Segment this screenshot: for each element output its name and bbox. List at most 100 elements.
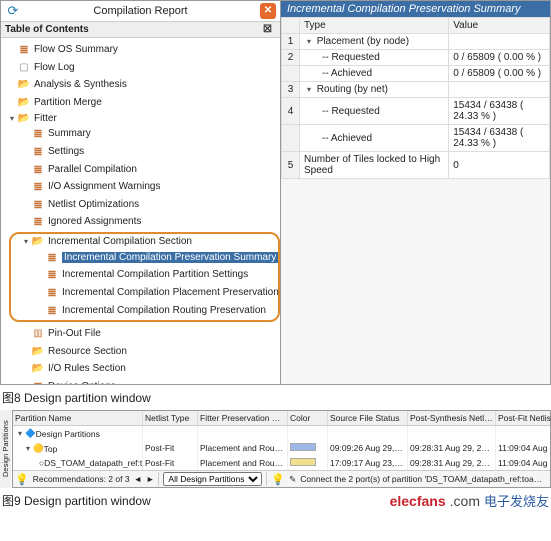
cell: -- Requested (300, 50, 449, 66)
col-header[interactable]: Netlist Type (143, 411, 198, 425)
toc-tree[interactable]: Flow OS Summary Flow Log Analysis & Synt… (1, 38, 280, 384)
recommendations-label: Recommendations: 2 of 3 (33, 474, 130, 484)
cell: DS_TOAM_datapath_ref:toam_if (44, 458, 143, 468)
site-logo: elecfans.com 电子发烧友 (388, 489, 551, 512)
left-pane: ⟳ Compilation Report ✕ Table of Contents… (1, 1, 281, 384)
wand-icon[interactable]: ✎ (289, 474, 296, 485)
cell: Placement (by node) (317, 36, 409, 47)
logo-cn: 电子发烧友 (484, 491, 549, 510)
col-header[interactable]: Post-Fit Netlist Status (496, 411, 551, 425)
tree-item[interactable]: Flow OS Summary (34, 44, 118, 55)
tree-item[interactable]: Settings (48, 146, 84, 157)
lightbulb-icon[interactable]: 💡 (15, 473, 29, 486)
grid-body: 🔷 Design Partitions 🟡 Top Post-Fit Place… (13, 426, 550, 470)
tree-item[interactable]: Partition Merge (34, 97, 102, 108)
cell: -- Achieved (300, 66, 449, 82)
table-row[interactable]: 🔷 Design Partitions (13, 426, 550, 441)
report-icon (31, 216, 45, 228)
tree-item[interactable]: Fitter (34, 113, 57, 124)
cell: Post-Fit (143, 441, 198, 456)
col-header[interactable]: Partition Name (13, 411, 143, 425)
cell: Placement and Routing (198, 441, 288, 456)
cell: Placement and Routing (198, 456, 288, 470)
tree-item[interactable]: Analysis & Synthesis (34, 79, 127, 90)
figure8-caption: 图8 Design partition window (0, 385, 551, 410)
tree-item[interactable]: Flow Log (34, 62, 75, 73)
toc-header: Table of Contents ☒ (1, 22, 280, 38)
tree-item[interactable]: Incremental Compilation Routing Preserva… (62, 305, 266, 316)
col-type: Type (300, 18, 449, 34)
tree-item[interactable]: Netlist Optimizations (48, 199, 139, 210)
window-header: ⟳ Compilation Report ✕ (1, 1, 280, 22)
cell: -- Requested (300, 98, 449, 125)
preservation-summary-table: Type Value 1 Placement (by node) 2-- Req… (281, 17, 550, 179)
cell: 15434 / 63438 ( 24.33 % ) (449, 125, 550, 152)
next-button[interactable]: ► (146, 474, 154, 484)
figure9-caption: 图9 Design partition window (0, 488, 388, 513)
cell: 0 / 65809 ( 0.00 % ) (449, 50, 550, 66)
grid-header: Partition Name Netlist Type Fitter Prese… (13, 411, 550, 426)
cell: -- Achieved (300, 125, 449, 152)
cell: 0 (449, 152, 550, 179)
chevron-down-icon[interactable] (15, 429, 25, 438)
folder-icon (17, 112, 31, 124)
tree-item[interactable]: I/O Rules Section (48, 363, 126, 374)
cell: 11:09:04 Aug 29, 2012 (496, 441, 551, 456)
detail-title: Incremental Compilation Preservation Sum… (281, 1, 550, 17)
logo-dotcom: .com (450, 493, 480, 509)
cell: 11:09:04 Aug 29, 2012 (496, 456, 551, 470)
col-header[interactable]: Post-Synthesis Netlist Status (408, 411, 496, 425)
tree-item[interactable]: Parallel Compilation (48, 164, 137, 175)
cell: 09:28:31 Aug 29, 2012 (408, 456, 496, 470)
report-icon (31, 181, 45, 193)
row-num: 3 (282, 82, 300, 98)
side-tab-label[interactable]: Design Partitions (0, 410, 11, 488)
tree-item[interactable]: Device Options (48, 381, 116, 384)
filler (281, 179, 550, 384)
table-row[interactable]: 🟡 Top Post-Fit Placement and Routing 09:… (13, 441, 550, 456)
col-header[interactable]: Source File Status (328, 411, 408, 425)
close-icon[interactable]: ✕ (260, 3, 276, 19)
refresh-icon[interactable]: ⟳ (5, 3, 21, 19)
compilation-report-window: ⟳ Compilation Report ✕ Table of Contents… (0, 0, 551, 385)
cell: Top (44, 444, 58, 454)
tree-item[interactable]: Ignored Assignments (48, 216, 141, 227)
design-partitions-window: Partition Name Netlist Type Fitter Prese… (12, 410, 551, 488)
report-icon (45, 304, 59, 316)
chevron-down-icon[interactable] (23, 444, 33, 453)
report-icon (31, 146, 45, 158)
cell: 15434 / 63438 ( 24.33 % ) (449, 98, 550, 125)
chevron-down-icon[interactable] (304, 37, 314, 46)
recommendation-message: Connect the 2 port(s) of partition 'DS_T… (300, 474, 548, 484)
report-icon (45, 287, 59, 299)
filter-dropdown[interactable]: All Design Partitions (163, 472, 262, 486)
window-title: Compilation Report (93, 5, 187, 17)
tree-item-selected[interactable]: Incremental Compilation Preservation Sum… (62, 252, 278, 263)
chevron-down-icon[interactable] (304, 85, 314, 94)
prev-button[interactable]: ◄ (134, 474, 142, 484)
lightbulb-icon: 💡 (271, 473, 285, 486)
tree-item[interactable]: Incremental Compilation Partition Settin… (62, 269, 248, 280)
tree-item[interactable]: Pin-Out File (48, 328, 101, 339)
row-num: 2 (282, 50, 300, 66)
col-header[interactable]: Fitter Preservation Level (198, 411, 288, 425)
tree-item[interactable]: I/O Assignment Warnings (48, 181, 160, 192)
recommendations-bar: 💡 Recommendations: 2 of 3 ◄ ► All Design… (13, 470, 550, 487)
report-icon (45, 269, 59, 281)
cell: 0 / 65809 ( 0.00 % ) (449, 66, 550, 82)
table-row[interactable]: ○ DS_TOAM_datapath_ref:toam_if Post-Fit … (13, 456, 550, 470)
tree-item[interactable]: Summary (48, 128, 91, 139)
chevron-down-icon[interactable] (21, 237, 31, 246)
tree-item[interactable]: Incremental Compilation Section (48, 236, 192, 247)
tree-item[interactable]: Incremental Compilation Placement Preser… (62, 287, 279, 298)
folder-icon (17, 97, 31, 109)
col-header[interactable]: Color (288, 411, 328, 425)
report-icon (17, 44, 31, 56)
toc-label: Table of Contents (5, 24, 89, 35)
report-icon (31, 198, 45, 210)
chevron-down-icon[interactable] (7, 114, 17, 123)
toc-close-icon[interactable]: ☒ (259, 24, 276, 35)
report-icon (31, 163, 45, 175)
tree-item[interactable]: Resource Section (48, 346, 127, 357)
col-value: Value (449, 18, 550, 34)
